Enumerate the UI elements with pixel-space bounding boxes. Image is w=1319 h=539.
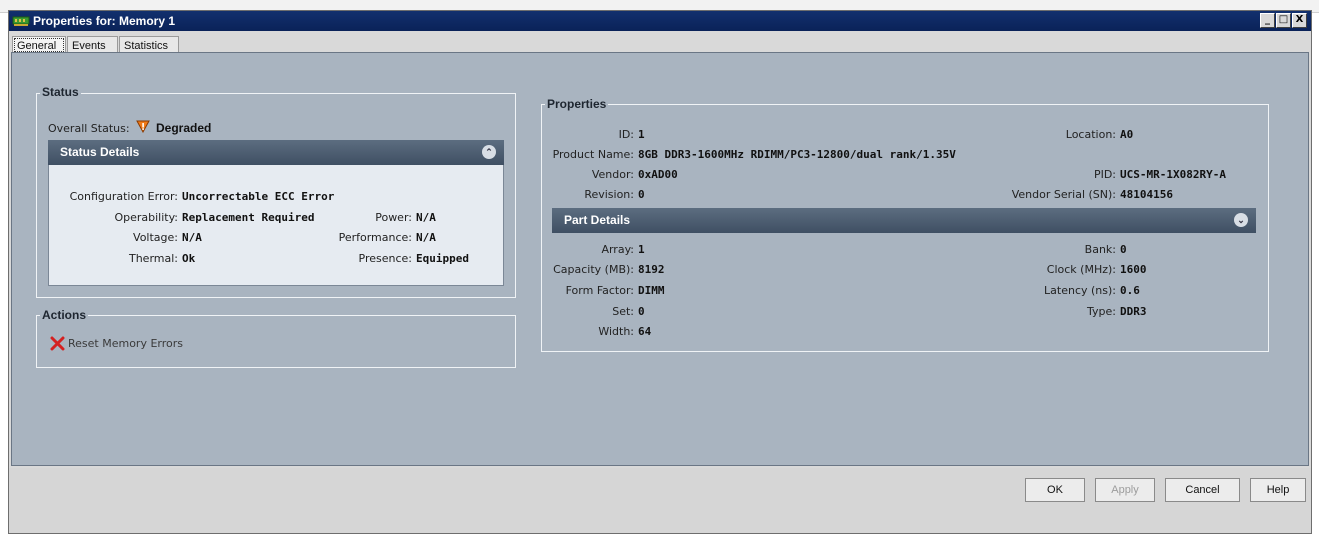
clock-value: 1600: [1120, 263, 1147, 276]
minimize-button[interactable]: _: [1260, 13, 1275, 28]
width-value: 64: [638, 325, 652, 338]
config-error-value: Uncorrectable ECC Error: [182, 190, 335, 203]
capacity-label: Capacity (MB):: [553, 263, 634, 276]
presence-value: Equipped: [416, 252, 469, 265]
properties-group-title: Properties: [545, 97, 609, 111]
reset-memory-errors-label: Reset Memory Errors: [68, 337, 184, 350]
status-details-header[interactable]: Status Details ⌃: [48, 140, 504, 165]
warning-triangle-icon: [136, 120, 150, 133]
clock-label: Clock (MHz):: [1046, 263, 1116, 276]
properties-dialog: Properties for: Memory 1 _ □ X General E…: [8, 10, 1312, 534]
thermal-label: Thermal:: [128, 252, 178, 265]
title-bar[interactable]: Properties for: Memory 1 _ □ X: [9, 11, 1311, 31]
vendor-value: 0xAD00: [638, 168, 678, 181]
product-name-label: Product Name:: [552, 148, 634, 161]
help-button[interactable]: Help: [1250, 478, 1306, 502]
part-details-title: Part Details: [564, 213, 631, 227]
vendor-serial-label: Vendor Serial (SN):: [1011, 188, 1116, 201]
part-details-header[interactable]: Part Details ⌄: [552, 208, 1256, 233]
vendor-label: Vendor:: [591, 168, 634, 181]
voltage-value: N/A: [182, 231, 202, 244]
apply-button[interactable]: Apply: [1095, 478, 1155, 502]
general-tab-content: Status Overall Status: Degraded Status D…: [11, 52, 1309, 466]
close-button[interactable]: X: [1292, 13, 1307, 28]
form-factor-label: Form Factor:: [565, 284, 634, 297]
location-label: Location:: [1065, 128, 1116, 141]
width-label: Width:: [598, 325, 634, 338]
revision-label: Revision:: [584, 188, 634, 201]
window-title: Properties for: Memory 1: [33, 14, 176, 28]
thermal-value: Ok: [182, 252, 196, 265]
power-label: Power:: [375, 211, 412, 224]
set-label: Set:: [612, 305, 634, 318]
form-factor-value: DIMM: [638, 284, 665, 297]
expand-chevron-icon[interactable]: ⌄: [1234, 213, 1248, 227]
red-x-icon: [50, 336, 65, 351]
latency-value: 0.6: [1120, 284, 1140, 297]
id-value: 1: [638, 128, 645, 141]
maximize-button[interactable]: □: [1276, 13, 1291, 28]
actions-group-title: Actions: [40, 308, 89, 322]
memory-module-icon: [12, 16, 30, 26]
type-value: DDR3: [1120, 305, 1147, 318]
collapse-chevron-icon[interactable]: ⌃: [482, 145, 496, 159]
array-label: Array:: [601, 243, 634, 256]
array-value: 1: [638, 243, 645, 256]
status-details-title: Status Details: [60, 145, 140, 159]
revision-value: 0: [638, 188, 645, 201]
operability-label: Operability:: [114, 211, 178, 224]
type-label: Type:: [1087, 305, 1116, 318]
operability-value: Replacement Required: [182, 211, 315, 224]
pid-value: UCS-MR-1X082RY-A: [1120, 168, 1226, 181]
power-value: N/A: [416, 211, 436, 224]
config-error-label: Configuration Error:: [69, 190, 178, 203]
bank-value: 0: [1120, 243, 1127, 256]
performance-value: N/A: [416, 231, 436, 244]
bank-label: Bank:: [1084, 243, 1116, 256]
overall-status-label: Overall Status:: [48, 122, 130, 135]
ok-button[interactable]: OK: [1025, 478, 1085, 502]
performance-label: Performance:: [338, 231, 412, 244]
status-group-title: Status: [40, 85, 81, 99]
latency-label: Latency (ns):: [1044, 284, 1116, 297]
vendor-serial-value: 48104156: [1120, 188, 1173, 201]
overall-status-value: Degraded: [156, 121, 212, 135]
product-name-value: 8GB DDR3-1600MHz RDIMM/PC3-12800/dual ra…: [638, 148, 956, 161]
capacity-value: 8192: [638, 263, 665, 276]
location-value: A0: [1120, 128, 1134, 141]
presence-label: Presence:: [358, 252, 412, 265]
set-value: 0: [638, 305, 645, 318]
id-label: ID:: [618, 128, 634, 141]
pid-label: PID:: [1093, 168, 1116, 181]
voltage-label: Voltage:: [133, 231, 178, 244]
cancel-button[interactable]: Cancel: [1165, 478, 1240, 502]
